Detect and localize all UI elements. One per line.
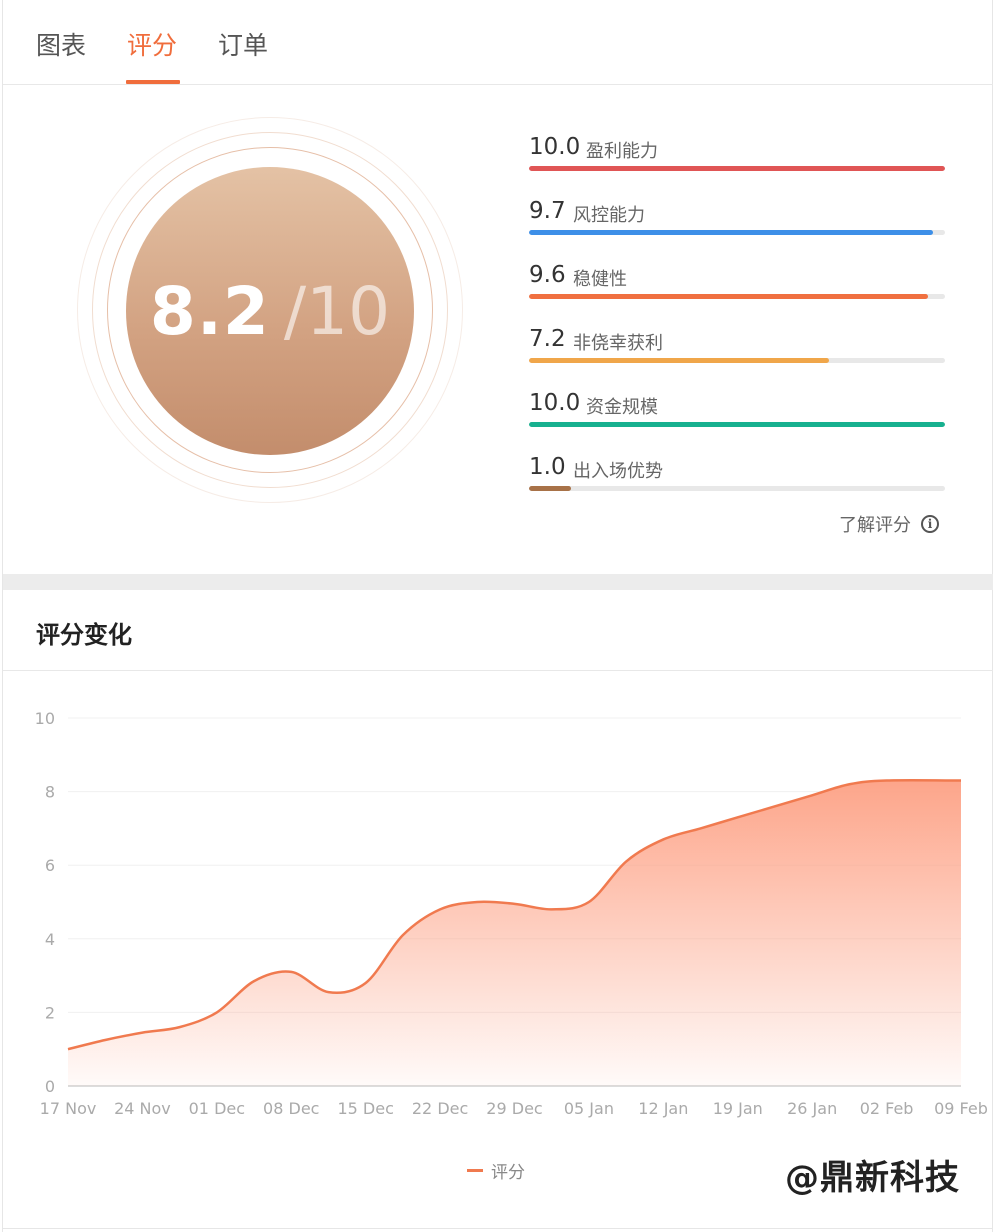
- score-area-fill: [68, 780, 961, 1086]
- metric-value: 7.2: [529, 326, 566, 352]
- metric-label: 稳健性: [573, 269, 627, 290]
- x-tick-label: 24 Nov: [114, 1099, 171, 1118]
- score-display: 8.2 /10: [126, 167, 414, 455]
- metric-bar-track: [529, 358, 945, 363]
- metric-value: 10.0: [529, 390, 581, 416]
- x-tick-label: 17 Nov: [40, 1099, 97, 1118]
- learn-score-link[interactable]: 了解评分 i: [839, 511, 939, 537]
- metric-capital-scale: 10.0 资金规模: [529, 390, 945, 430]
- metric-bar-fill: [529, 166, 945, 171]
- x-tick-label: 29 Dec: [486, 1099, 542, 1118]
- metric-profitability: 10.0 盈利能力: [529, 134, 945, 174]
- x-tick-label: 22 Dec: [412, 1099, 468, 1118]
- score-value: 8.2: [149, 272, 270, 350]
- x-tick-label: 02 Feb: [860, 1099, 914, 1118]
- y-tick-label: 6: [45, 856, 55, 875]
- legend-swatch: [467, 1169, 483, 1172]
- score-history-chart: 0 2 4 6 8 10 17 Nov 24 Nov 01 Dec 08 Dec 15 Dec 22…: [35, 709, 988, 1118]
- metric-stability: 9.6 稳健性: [529, 262, 945, 302]
- metric-bar-fill: [529, 294, 929, 299]
- tab-chart[interactable]: 图表: [36, 26, 86, 62]
- metric-bar-fill: [529, 486, 571, 491]
- metric-bar-track: [529, 166, 945, 171]
- tab-orders[interactable]: 订单: [218, 26, 268, 62]
- x-tick-label: 15 Dec: [337, 1099, 393, 1118]
- y-tick-label: 8: [45, 783, 55, 802]
- metric-label: 出入场优势: [573, 461, 663, 482]
- metric-bar-track: [529, 230, 945, 235]
- y-tick-label: 10: [35, 709, 55, 728]
- x-tick-label: 26 Jan: [787, 1099, 837, 1118]
- bottom-border: [3, 1228, 993, 1229]
- score-max: /10: [283, 272, 391, 350]
- metric-label: 非侥幸获利: [573, 333, 663, 354]
- watermark: @鼎新科技: [785, 1158, 960, 1198]
- metric-value: 1.0: [529, 454, 566, 480]
- metric-bar-fill: [529, 358, 829, 363]
- metric-bar-track: [529, 422, 945, 427]
- metric-value: 10.0: [529, 134, 581, 160]
- metric-bar-track: [529, 294, 945, 299]
- metric-label: 盈利能力: [586, 141, 658, 162]
- x-tick-label: 19 Jan: [713, 1099, 763, 1118]
- metric-entry-exit: 1.0 出入场优势: [529, 454, 945, 494]
- y-tick-label: 4: [45, 930, 55, 949]
- tab-bar: 图表 评分 订单: [3, 0, 993, 85]
- metric-label: 风控能力: [573, 205, 645, 226]
- section-title-divider: [3, 670, 993, 671]
- info-icon[interactable]: i: [921, 515, 939, 533]
- chart-legend[interactable]: 评分: [467, 1158, 525, 1183]
- legend-label: 评分: [491, 1163, 525, 1183]
- section-title: 评分变化: [36, 621, 132, 649]
- tab-score[interactable]: 评分: [127, 26, 177, 62]
- active-tab-indicator: [126, 80, 180, 84]
- y-tick-label: 0: [45, 1077, 55, 1096]
- metric-value: 9.7: [529, 198, 566, 224]
- y-tick-label: 2: [45, 1003, 55, 1022]
- metric-risk-control: 9.7 风控能力: [529, 198, 945, 238]
- learn-score-label: 了解评分: [839, 515, 911, 536]
- metric-value: 9.6: [529, 262, 566, 288]
- x-tick-label: 09 Feb: [934, 1099, 988, 1118]
- x-tick-label: 01 Dec: [189, 1099, 245, 1118]
- x-tick-label: 12 Jan: [638, 1099, 688, 1118]
- metric-non-luck: 7.2 非侥幸获利: [529, 326, 945, 366]
- metric-bar-fill: [529, 422, 945, 427]
- x-tick-label: 05 Jan: [564, 1099, 614, 1118]
- metric-bar-track: [529, 486, 945, 491]
- metric-bar-fill: [529, 230, 933, 235]
- section-divider: [3, 574, 993, 590]
- x-tick-label: 08 Dec: [263, 1099, 319, 1118]
- metric-label: 资金规模: [586, 397, 658, 418]
